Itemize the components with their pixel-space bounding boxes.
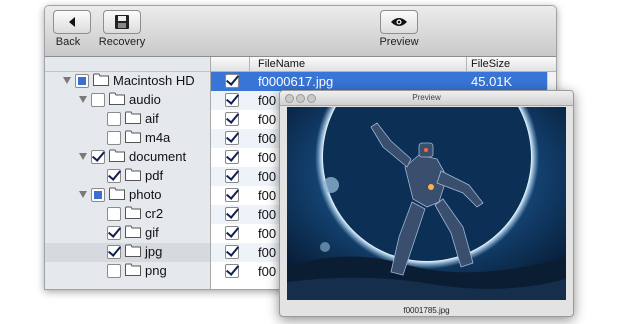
file-name: f00 [258,169,277,184]
file-row[interactable]: f0000617.jpg 45.01K [211,72,556,91]
tree-checkbox[interactable] [91,188,105,202]
file-size: 45.01K [471,74,513,89]
file-checkbox[interactable] [225,112,239,126]
folder-icon [125,244,141,257]
folder-icon [125,168,141,181]
tree-checkbox[interactable] [75,74,89,88]
preview-filename: f0001785.jpg [403,306,450,315]
file-checkbox[interactable] [225,74,239,88]
tree-checkbox[interactable] [107,207,121,221]
folder-tree: Macintosh HD audio aif m4a document pdf photo c… [45,57,211,289]
tree-item[interactable]: cr2 [45,205,210,224]
recovery-button[interactable]: Recovery [97,10,147,48]
file-name: f00 [258,93,277,108]
tree-item-label: jpg [145,244,163,259]
file-name: f00 [258,207,277,222]
tree-item[interactable]: m4a [45,129,210,148]
tree-header [45,57,210,72]
tree-checkbox[interactable] [91,93,105,107]
eye-icon [380,10,418,34]
tree-item-label: Macintosh HD [113,73,195,88]
column-header: FileName FileSize [211,57,556,72]
disclosure-triangle-icon[interactable] [63,77,71,84]
column-filename[interactable]: FileName [258,58,305,70]
folder-icon [125,225,141,238]
toolbar: Back Recovery Preview [45,6,556,57]
folder-icon [125,111,141,124]
disclosure-triangle-icon[interactable] [79,191,87,198]
tree-item[interactable]: gif [45,224,210,243]
file-checkbox[interactable] [225,207,239,221]
disclosure-triangle-icon[interactable] [79,153,87,160]
file-name: f00 [258,226,277,241]
tree-checkbox[interactable] [107,245,121,259]
tree-checkbox[interactable] [107,226,121,240]
file-name: f0000617.jpg [258,74,334,89]
folder-icon [93,73,109,86]
back-arrow-icon [53,10,91,34]
folder-icon [125,263,141,276]
back-button[interactable]: Back [53,10,91,48]
column-divider [249,57,250,71]
file-checkbox[interactable] [225,188,239,202]
folder-icon [125,206,141,219]
tree-checkbox[interactable] [91,150,105,164]
tree-item[interactable]: document [45,148,210,167]
folder-icon [125,130,141,143]
file-name: f00 [258,112,277,127]
tree-item-label: png [145,263,167,278]
file-name: f00 [258,245,277,260]
back-label: Back [55,36,81,48]
tree-item[interactable]: audio [45,91,210,110]
file-name: f00 [258,131,277,146]
file-checkbox[interactable] [225,169,239,183]
floppy-disk-icon [103,10,141,34]
file-name: f00 [258,264,277,279]
tree-checkbox[interactable] [107,112,121,126]
tree-item-label: pdf [145,168,164,183]
tree-item-label: photo [129,187,162,202]
column-filesize[interactable]: FileSize [471,58,510,70]
tree-item[interactable]: Macintosh HD [45,72,210,91]
preview-image [287,107,566,300]
recovery-label: Recovery [98,36,146,48]
file-checkbox[interactable] [225,226,239,240]
tree-checkbox[interactable] [107,169,121,183]
folder-icon [109,92,125,105]
tree-item-label: cr2 [145,206,164,221]
tree-item[interactable]: photo [45,186,210,205]
tree-item-label: gif [145,225,159,240]
tree-item[interactable]: aif [45,110,210,129]
file-checkbox[interactable] [225,131,239,145]
file-checkbox[interactable] [225,150,239,164]
tree-checkbox[interactable] [107,264,121,278]
preview-titlebar[interactable]: Preview [280,91,573,106]
tree-item-label: aif [145,111,159,126]
file-name: f00 [258,150,277,165]
zoom-window-icon[interactable] [307,94,316,103]
close-window-icon[interactable] [285,94,294,103]
folder-icon [109,149,125,162]
disclosure-triangle-icon[interactable] [79,96,87,103]
tree-checkbox[interactable] [107,131,121,145]
tree-item[interactable]: png [45,262,210,281]
preview-button[interactable]: Preview [377,10,421,48]
tree-item-label: audio [129,92,161,107]
preview-label: Preview [379,36,419,48]
file-checkbox[interactable] [225,264,239,278]
tree-item-label: m4a [145,130,171,145]
tree-item[interactable]: jpg [45,243,210,262]
tree-item-label: document [129,149,187,164]
column-divider [466,57,467,71]
tree-item[interactable]: pdf [45,167,210,186]
preview-window: Preview f0001785.jpg [279,90,574,317]
minimize-window-icon[interactable] [296,94,305,103]
preview-title: Preview [412,93,441,102]
folder-icon [109,187,125,200]
file-checkbox[interactable] [225,93,239,107]
file-name: f00 [258,188,277,203]
file-checkbox[interactable] [225,245,239,259]
